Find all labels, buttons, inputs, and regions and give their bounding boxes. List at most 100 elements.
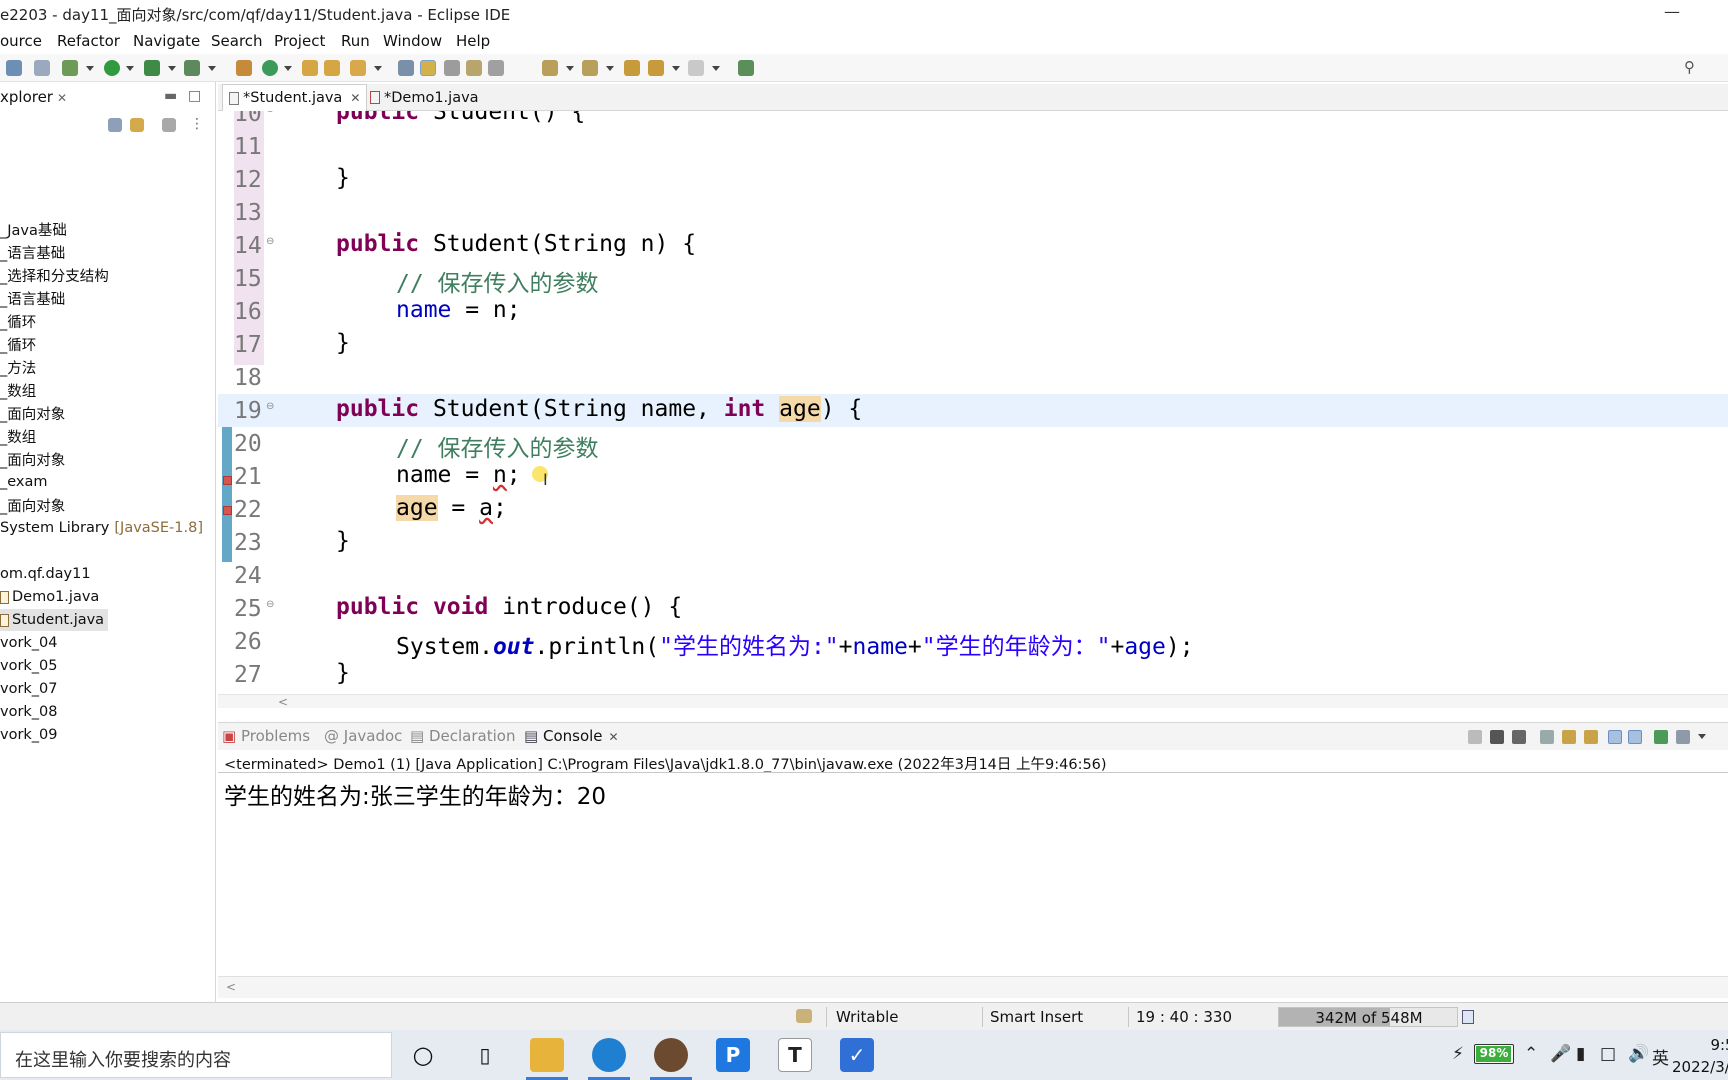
- open-task-icon[interactable]: [324, 60, 340, 76]
- pin-console-icon[interactable]: [1654, 730, 1668, 744]
- tree-item[interactable]: vork_04: [0, 632, 58, 654]
- file-explorer-icon[interactable]: [526, 1038, 568, 1080]
- tree-item-demo1[interactable]: Demo1.java: [0, 586, 99, 608]
- collapse-all-icon[interactable]: [108, 118, 122, 132]
- run-dropdown-icon[interactable]: [126, 66, 134, 71]
- console-view-menu-icon[interactable]: [1698, 734, 1706, 739]
- tab-student-java[interactable]: *Student.java ✕: [222, 84, 368, 111]
- toggle-mark-occurrences-icon[interactable]: [398, 60, 414, 76]
- volume-icon[interactable]: 🔊: [1628, 1044, 1649, 1064]
- close-icon[interactable]: ✕: [609, 730, 619, 744]
- menu-run[interactable]: Run: [341, 32, 370, 50]
- block-selection-icon[interactable]: [444, 60, 460, 76]
- back-icon[interactable]: [648, 60, 664, 76]
- filter-icon[interactable]: [162, 118, 176, 132]
- task-view-icon[interactable]: ▯: [468, 1038, 502, 1072]
- word-wrap-console-icon[interactable]: [1584, 730, 1598, 744]
- forward-dropdown-icon[interactable]: [712, 66, 720, 71]
- show-on-error-icon[interactable]: [1628, 730, 1642, 744]
- save-icon[interactable]: [6, 60, 22, 76]
- tree-item[interactable]: _方法: [0, 356, 36, 378]
- link-with-editor-icon[interactable]: [130, 118, 144, 132]
- status-cursor-position[interactable]: 19 : 40 : 330: [1136, 1008, 1232, 1026]
- forward-icon[interactable]: [688, 60, 704, 76]
- package-explorer-tab[interactable]: xplorer ✕: [0, 88, 67, 106]
- tree-item[interactable]: _面向对象: [0, 448, 65, 470]
- menu-search[interactable]: Search: [211, 32, 263, 50]
- terminate-icon[interactable]: [1468, 730, 1482, 744]
- tab-console[interactable]: ▤ Console ✕: [524, 727, 619, 745]
- menu-project[interactable]: Project: [274, 32, 325, 50]
- menu-window[interactable]: Window: [383, 32, 442, 50]
- battery-icon[interactable]: ▮: [1576, 1044, 1585, 1064]
- next-annotation-icon[interactable]: [542, 60, 558, 76]
- debug-icon[interactable]: [62, 60, 78, 76]
- tab-problems[interactable]: ▣ Problems: [222, 727, 310, 745]
- external-tools-icon[interactable]: [184, 60, 200, 76]
- editor-horizontal-scrollbar[interactable]: <: [218, 694, 1728, 709]
- remove-all-terminated-icon[interactable]: [1512, 730, 1526, 744]
- ime-indicator[interactable]: 英: [1652, 1044, 1669, 1069]
- app-icon[interactable]: [650, 1038, 692, 1080]
- open-type-icon[interactable]: [302, 60, 318, 76]
- new-java-package-icon[interactable]: [236, 60, 252, 76]
- word-wrap-icon[interactable]: [466, 60, 482, 76]
- tree-item[interactable]: _循环: [0, 333, 36, 355]
- code-editor[interactable]: 10 ⊖ public Student() { 11 12 } 13 14 ⊖ …: [218, 111, 1728, 694]
- fold-icon[interactable]: ⊖: [266, 401, 274, 412]
- toggle-highlight-icon[interactable]: [420, 60, 436, 76]
- next-annotation-dropdown-icon[interactable]: [566, 66, 574, 71]
- p-app-icon[interactable]: P: [716, 1038, 750, 1072]
- menu-refactor[interactable]: Refactor: [57, 32, 120, 50]
- garbage-collect-icon[interactable]: [1462, 1010, 1474, 1024]
- view-menu-icon[interactable]: ⋮: [190, 116, 204, 132]
- network-icon[interactable]: □: [1600, 1044, 1616, 1064]
- search-tool-dropdown-icon[interactable]: [374, 66, 382, 71]
- taskbar-search-box[interactable]: 在这里输入你要搜索的内容: [0, 1032, 392, 1078]
- coverage-icon[interactable]: [144, 60, 160, 76]
- back-dropdown-icon[interactable]: [672, 66, 680, 71]
- tree-item[interactable]: _数组: [0, 379, 36, 401]
- tree-item[interactable]: vork_08: [0, 701, 58, 723]
- last-edit-location-icon[interactable]: [624, 60, 640, 76]
- tree-item[interactable]: vork_07: [0, 678, 58, 700]
- new-java-class-icon[interactable]: [262, 60, 278, 76]
- console-horizontal-scrollbar[interactable]: <: [218, 976, 1728, 998]
- tree-item[interactable]: _语言基础: [0, 241, 65, 263]
- tab-declaration[interactable]: ▤ Declaration: [410, 727, 515, 745]
- battery-indicator[interactable]: 98%: [1474, 1044, 1514, 1064]
- tree-item-student[interactable]: Student.java: [0, 609, 109, 631]
- fold-icon[interactable]: ⊖: [266, 111, 274, 115]
- heap-status[interactable]: 342M of 548M: [1278, 1007, 1458, 1027]
- remove-launch-icon[interactable]: [1490, 730, 1504, 744]
- menu-source[interactable]: ource: [0, 32, 42, 50]
- tree-item[interactable]: _面向对象: [0, 402, 65, 424]
- tab-demo1-java[interactable]: *Demo1.java: [370, 84, 479, 111]
- scroll-left-icon[interactable]: <: [226, 980, 236, 994]
- close-icon[interactable]: ✕: [350, 91, 360, 105]
- tree-item[interactable]: _Java基础: [0, 218, 67, 240]
- previous-annotation-dropdown-icon[interactable]: [606, 66, 614, 71]
- microphone-icon[interactable]: 🎤: [1550, 1044, 1571, 1064]
- previous-annotation-icon[interactable]: [582, 60, 598, 76]
- maximize-view-icon[interactable]: □: [188, 88, 201, 104]
- minimize-button[interactable]: —: [1664, 2, 1680, 21]
- run-icon[interactable]: [104, 60, 120, 76]
- tree-item[interactable]: vork_09: [0, 724, 58, 746]
- scroll-left-icon[interactable]: <: [278, 695, 288, 709]
- tab-javadoc[interactable]: @ Javadoc: [324, 727, 402, 745]
- typora-icon[interactable]: T: [778, 1038, 812, 1072]
- menu-help[interactable]: Help: [456, 32, 490, 50]
- display-console-icon[interactable]: [1676, 730, 1690, 744]
- show-on-output-icon[interactable]: [1608, 730, 1622, 744]
- show-whitespace-icon[interactable]: [488, 60, 504, 76]
- tree-item[interactable]: _语言基础: [0, 287, 65, 309]
- wps-icon[interactable]: ✓: [840, 1038, 874, 1072]
- tree-item-system-library[interactable]: System Library [JavaSE-1.8]: [0, 517, 203, 539]
- tree-item[interactable]: _选择和分支结构: [0, 264, 109, 286]
- pin-editor-icon[interactable]: [738, 60, 754, 76]
- tree-item[interactable]: vork_05: [0, 655, 58, 677]
- menu-navigate[interactable]: Navigate: [133, 32, 200, 50]
- new-dropdown-icon[interactable]: [284, 66, 292, 71]
- cortana-icon[interactable]: ○: [406, 1038, 440, 1072]
